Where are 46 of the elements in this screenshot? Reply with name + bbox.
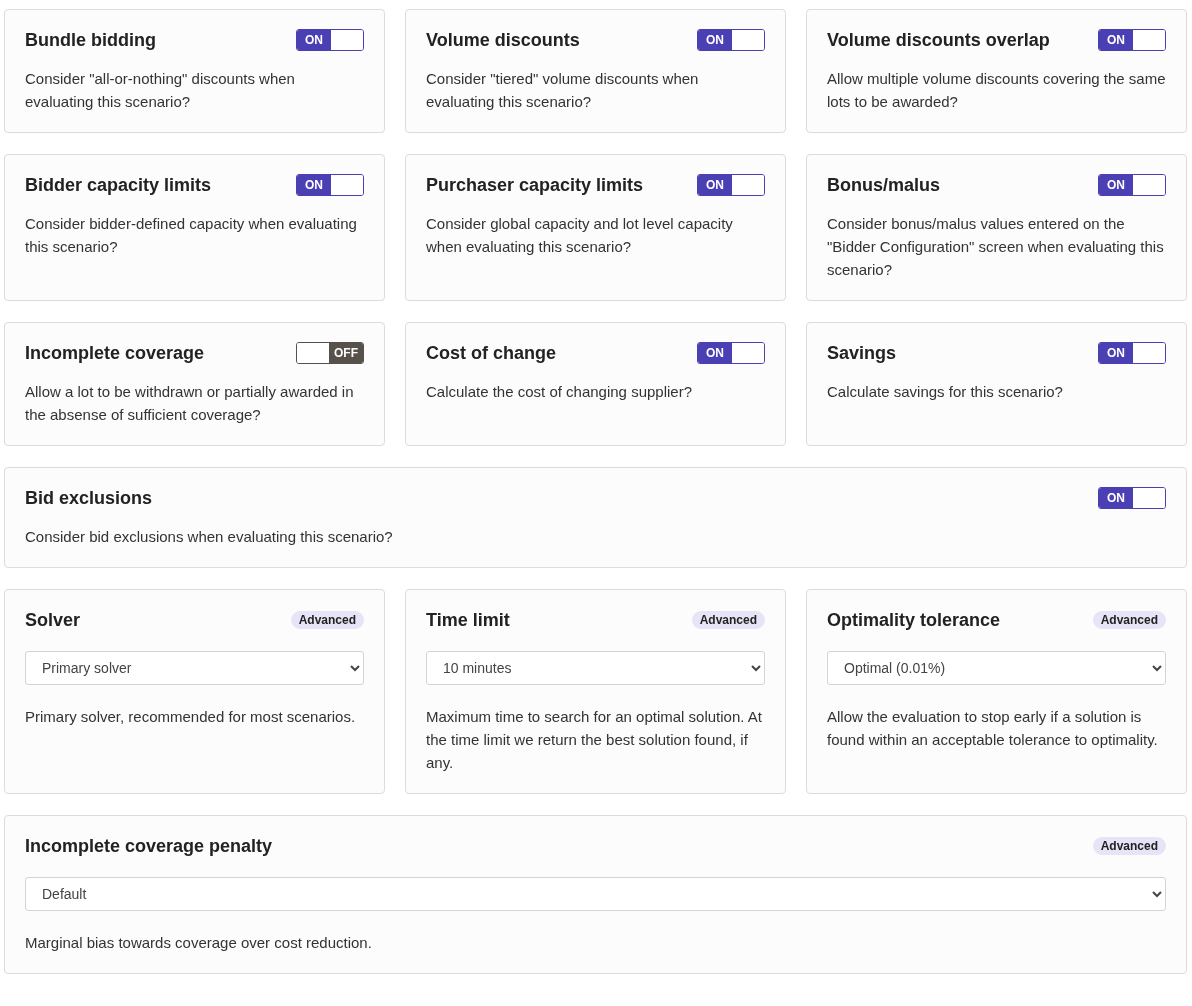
toggle-switch[interactable]: ON bbox=[697, 174, 765, 196]
setting-title: Solver bbox=[25, 609, 81, 631]
advanced-badge: Advanced bbox=[1092, 837, 1166, 855]
advanced-badge: Advanced bbox=[691, 611, 765, 629]
setting-description: Consider bid exclusions when evaluating this scenario? bbox=[25, 527, 394, 547]
toggle-switch[interactable]: ON bbox=[697, 342, 765, 364]
advanced-badge: Advanced bbox=[290, 611, 364, 629]
setting-title: Volume discounts overlap bbox=[827, 29, 1050, 51]
setting-description: Consider "tiered" volume discounts when evaluating this scenario? bbox=[426, 69, 700, 112]
setting-description: Consider global capacity and lot level capacity when evaluating this scenario? bbox=[426, 214, 734, 257]
setting-description: Allow multiple volume discounts covering the same lots to be awarded? bbox=[827, 69, 1166, 112]
setting-description: Maximum time to search for an optimal solution. At the time limit we return the best solution found, if any. bbox=[426, 707, 763, 773]
dropdown[interactable]: Primary solver bbox=[25, 651, 364, 685]
toggle-switch[interactable]: ON bbox=[296, 29, 364, 51]
setting-title: Purchaser capacity limits bbox=[426, 174, 644, 196]
toggle-switch[interactable]: ON bbox=[296, 174, 364, 196]
setting-title: Bonus/malus bbox=[827, 174, 941, 196]
toggle-switch[interactable]: ON bbox=[1098, 487, 1166, 509]
toggle-switch[interactable]: ON bbox=[1098, 174, 1166, 196]
setting-description: Allow the evaluation to stop early if a solution is found within an acceptable tolerance to optimality. bbox=[827, 707, 1159, 750]
setting-title: Time limit bbox=[426, 609, 510, 631]
setting-title: Cost of change bbox=[426, 342, 556, 364]
setting-title: Volume discounts bbox=[426, 29, 580, 51]
setting-description: Consider "all-or-nothing" discounts when evaluating this scenario? bbox=[25, 69, 296, 112]
setting-description: Consider bonus/malus values entered on the "Bidder Configuration" screen when evaluating this scenario? bbox=[827, 214, 1165, 280]
toggle-switch[interactable]: OFF bbox=[296, 342, 364, 364]
setting-title: Incomplete coverage bbox=[25, 342, 205, 364]
setting-description: Calculate savings for this scenario? bbox=[827, 382, 1064, 402]
setting-description: Marginal bias towards coverage over cost reduction. bbox=[25, 933, 373, 953]
setting-title: Savings bbox=[827, 342, 897, 364]
dropdown[interactable]: Optimal (0.01%) bbox=[827, 651, 1166, 685]
setting-description: Consider bidder-defined capacity when evaluating this scenario? bbox=[25, 214, 358, 257]
toggle-switch[interactable]: ON bbox=[697, 29, 765, 51]
setting-title: Incomplete coverage penalty bbox=[25, 835, 273, 857]
setting-description: Calculate the cost of changing supplier? bbox=[426, 382, 693, 402]
toggle-switch[interactable]: ON bbox=[1098, 342, 1166, 364]
dropdown[interactable]: 10 minutes bbox=[426, 651, 765, 685]
setting-title: Bundle bidding bbox=[25, 29, 156, 51]
setting-title: Bid exclusions bbox=[25, 487, 153, 509]
advanced-badge: Advanced bbox=[1092, 611, 1166, 629]
dropdown[interactable]: Default bbox=[25, 877, 1166, 911]
toggle-switch[interactable]: ON bbox=[1098, 29, 1166, 51]
setting-title: Optimality tolerance bbox=[827, 609, 1001, 631]
setting-title: Bidder capacity limits bbox=[25, 174, 212, 196]
setting-description: Primary solver, recommended for most scenarios. bbox=[25, 707, 357, 727]
setting-description: Allow a lot to be withdrawn or partially awarded in the absense of sufficient coverage? bbox=[25, 382, 355, 425]
